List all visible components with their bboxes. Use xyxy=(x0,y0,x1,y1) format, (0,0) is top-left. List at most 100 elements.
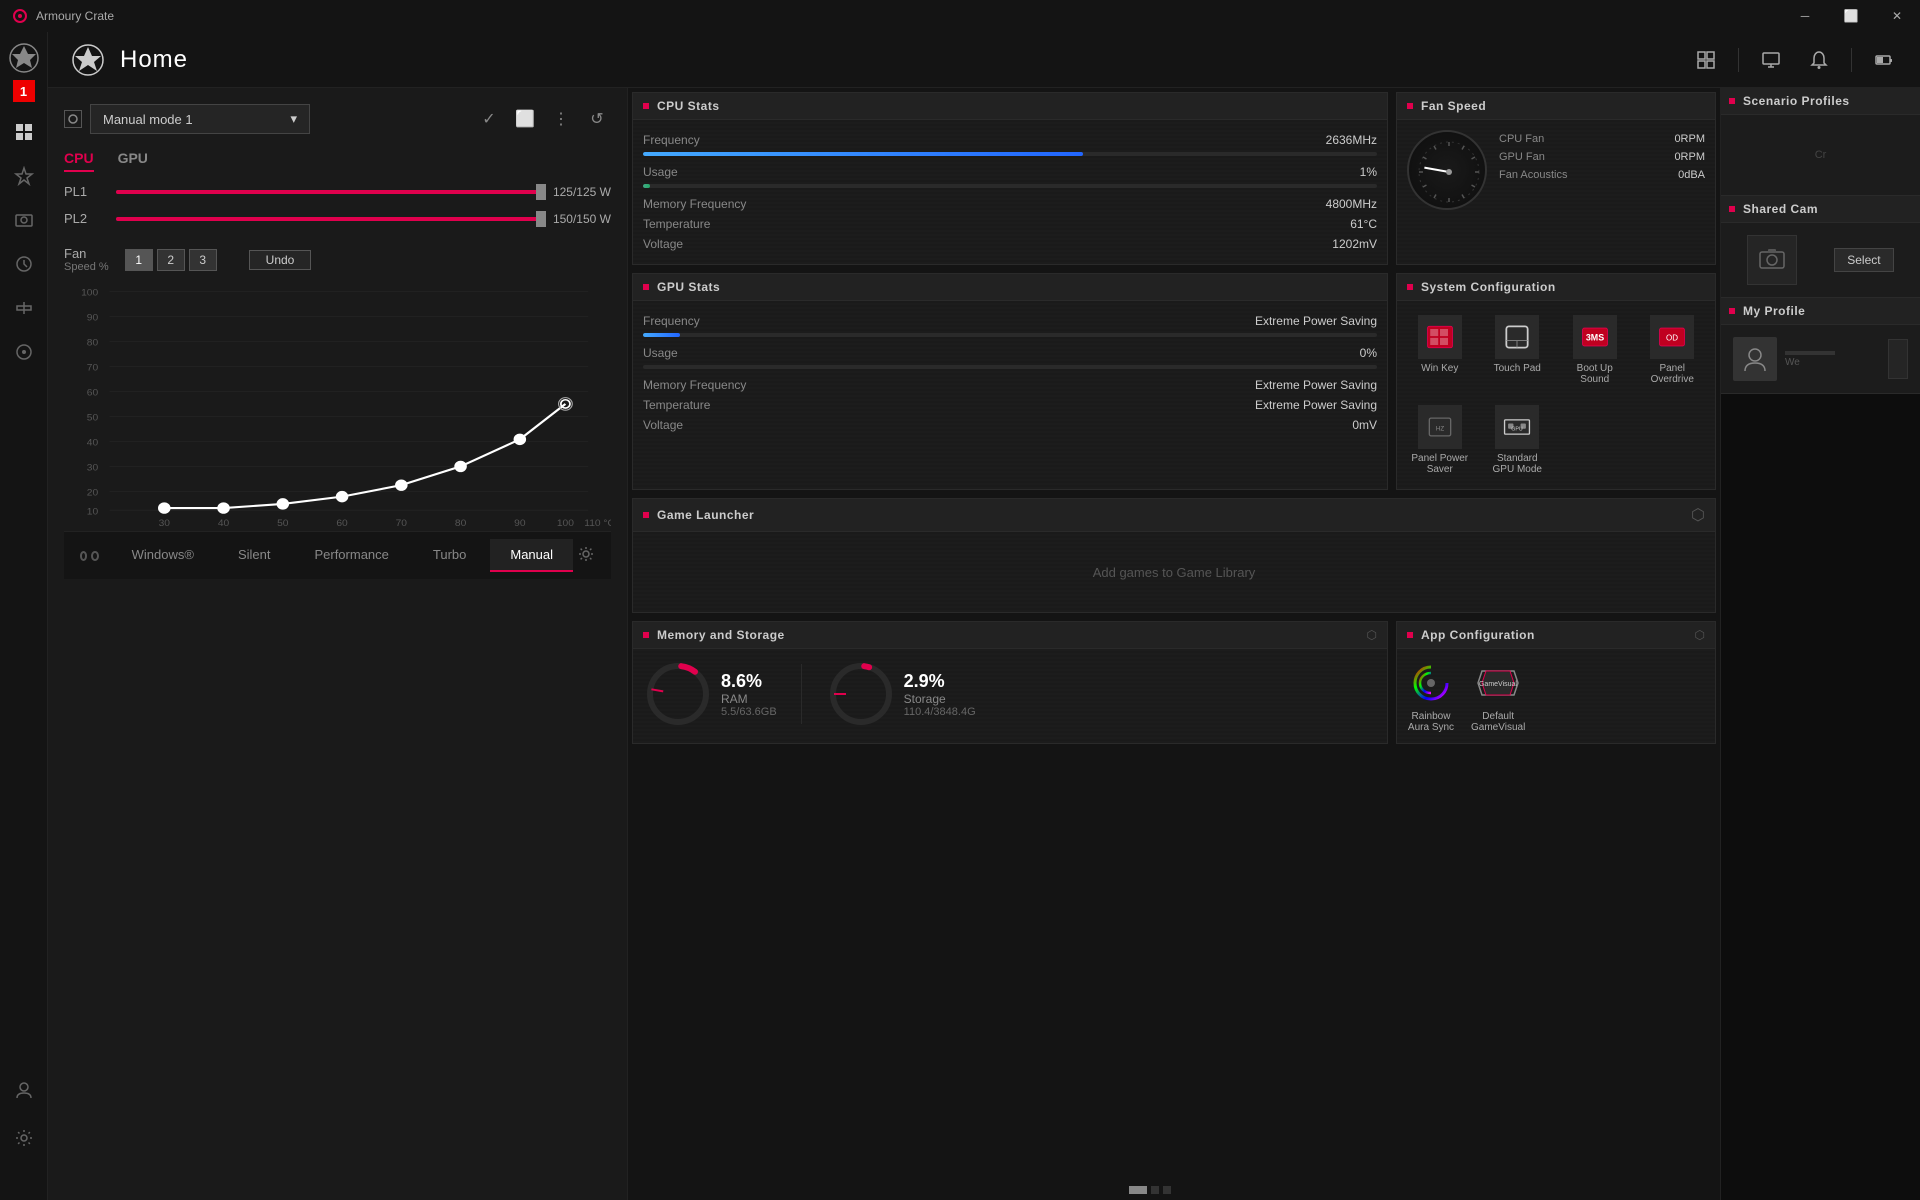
notification-icon[interactable] xyxy=(1803,44,1835,76)
fan-btn-1[interactable]: 1 xyxy=(125,249,153,271)
sidebar-item-tools[interactable] xyxy=(4,288,44,328)
app-config-expand[interactable]: ⬡ xyxy=(1695,628,1705,642)
cpu-usage-label: Usage xyxy=(643,165,678,179)
gpu-corner-icon xyxy=(643,284,649,290)
tab-windows[interactable]: Windows® xyxy=(112,539,214,572)
config-gpumode[interactable]: GPU StandardGPU Mode xyxy=(1483,399,1553,481)
far-right-col: Scenario Profiles Cr Shared Cam xyxy=(1720,88,1920,1200)
gpu-memfreq-row: Memory Frequency Extreme Power Saving xyxy=(643,375,1377,395)
shared-cam-preview xyxy=(1747,235,1797,285)
sidebar-item-user[interactable] xyxy=(4,1070,44,1110)
cpu-usage-bar-fill xyxy=(643,184,650,188)
stats-row-2: GPU Stats Frequency Extreme Power Saving xyxy=(628,269,1720,494)
config-powersaver[interactable]: HZ Panel Power Saver xyxy=(1405,399,1475,481)
profile-dropdown[interactable]: Manual mode 1 ▾ xyxy=(90,104,310,134)
topbar-actions xyxy=(1690,44,1900,76)
gpu-usage-bar xyxy=(643,365,1377,369)
fan-speed-title: Fan Speed xyxy=(1421,99,1486,113)
pl2-slider[interactable] xyxy=(116,217,541,221)
checkmark-icon[interactable]: ✓ xyxy=(475,105,503,133)
cpu-fan-label: CPU Fan xyxy=(1499,133,1544,145)
tab-silent[interactable]: Silent xyxy=(218,539,291,572)
storage-display: 2.9% Storage 110.4/3848.4G xyxy=(826,659,976,729)
game-launcher-title: Game Launcher xyxy=(657,508,754,522)
config-winkey[interactable]: Win Key xyxy=(1405,309,1475,391)
minimize-button[interactable]: ─ xyxy=(1782,0,1828,32)
refresh-icon[interactable]: ↺ xyxy=(583,105,611,133)
config-sound[interactable]: 3MS Boot Up Sound xyxy=(1560,309,1630,391)
sidebar: 1 xyxy=(0,32,48,1200)
sidebar-number: 1 xyxy=(13,80,35,102)
profile-selector-row: Manual mode 1 ▾ ✓ ⬜ ⋮ ↺ xyxy=(64,104,611,134)
memory-expand[interactable]: ⬡ xyxy=(1367,628,1377,642)
game-corner-icon xyxy=(643,512,649,518)
ram-percent: 8.6% xyxy=(721,671,777,692)
gpu-memfreq-label: Memory Frequency xyxy=(643,378,746,392)
config-touchpad[interactable]: Touch Pad xyxy=(1483,309,1553,391)
app-gamevisual[interactable]: GameVisual DefaultGameVisual xyxy=(1471,659,1525,733)
config-overdrive[interactable]: OD Panel Overdrive xyxy=(1638,309,1708,391)
cpu-stats-panel: CPU Stats Frequency 2636MHz xyxy=(632,92,1388,265)
sidebar-item-update[interactable] xyxy=(4,244,44,284)
pl1-slider[interactable] xyxy=(116,190,541,194)
layout-icon[interactable] xyxy=(1690,44,1722,76)
shared-cam-select-button[interactable]: Select xyxy=(1834,248,1893,272)
fan-chart: 100 90 80 70 60 50 40 30 20 10 30 xyxy=(64,281,611,531)
svg-text:10: 10 xyxy=(87,507,99,517)
stats-row-4: Memory and Storage ⬡ xyxy=(628,617,1720,748)
close-button[interactable]: ✕ xyxy=(1874,0,1920,32)
tab-manual[interactable]: Manual xyxy=(490,539,573,572)
sidebar-item-game[interactable] xyxy=(4,332,44,372)
svg-text:20: 20 xyxy=(87,488,99,498)
gpu-stats-header: GPU Stats xyxy=(633,274,1387,301)
fan-acoustics-label: Fan Acoustics xyxy=(1499,169,1567,181)
game-launcher-expand[interactable]: ⬡ xyxy=(1691,505,1705,525)
tab-performance[interactable]: Performance xyxy=(294,539,408,572)
overdrive-icon: OD xyxy=(1650,315,1694,359)
rog-logo xyxy=(6,40,42,76)
tab-gpu[interactable]: GPU xyxy=(118,150,148,172)
svg-text:90: 90 xyxy=(87,313,99,323)
page-dot-3[interactable] xyxy=(1163,1186,1171,1194)
tab-cpu[interactable]: CPU xyxy=(64,150,94,172)
gpu-voltage-value: 0mV xyxy=(1352,418,1377,432)
ram-display: 8.6% RAM 5.5/63.6GB xyxy=(643,659,777,729)
svg-text:90: 90 xyxy=(514,518,526,528)
sidebar-item-devices[interactable] xyxy=(4,200,44,240)
monitor-icon[interactable] xyxy=(1755,44,1787,76)
content-area: Manual mode 1 ▾ ✓ ⬜ ⋮ ↺ CPU GPU xyxy=(48,88,1920,1200)
gpu-fan-row: GPU Fan 0RPM xyxy=(1499,148,1705,166)
page-dot-active[interactable] xyxy=(1129,1186,1147,1194)
cpu-memfreq-label: Memory Frequency xyxy=(643,197,746,211)
cpu-voltage-value: 1202mV xyxy=(1332,237,1377,251)
fan-btn-2[interactable]: 2 xyxy=(157,249,185,271)
fan-gauge-circle xyxy=(1407,130,1487,210)
cpu-voltage-row: Voltage 1202mV xyxy=(643,234,1377,254)
settings-gear-icon[interactable] xyxy=(577,545,595,563)
profile-icon[interactable] xyxy=(64,110,82,128)
cpu-usage-row: Usage 1% xyxy=(643,162,1377,182)
rainbow-icon xyxy=(1407,659,1455,707)
app-rainbow[interactable]: RainbowAura Sync xyxy=(1407,659,1455,733)
winkey-label: Win Key xyxy=(1421,363,1458,374)
cpu-voltage-label: Voltage xyxy=(643,237,683,251)
sound-label: Boot Up Sound xyxy=(1566,363,1624,385)
memory-header: Memory and Storage ⬡ xyxy=(633,622,1387,649)
left-panel: Manual mode 1 ▾ ✓ ⬜ ⋮ ↺ CPU GPU xyxy=(48,88,628,1200)
save-icon[interactable]: ⬜ xyxy=(511,105,539,133)
app-config-header: App Configuration ⬡ xyxy=(1397,622,1715,649)
battery-icon[interactable] xyxy=(1868,44,1900,76)
fan-stats: CPU Fan 0RPM GPU Fan 0RPM Fan Acoustics xyxy=(1499,130,1705,218)
page-indicators xyxy=(580,1186,1720,1194)
sidebar-item-home[interactable] xyxy=(4,112,44,152)
restore-button[interactable]: ⬜ xyxy=(1828,0,1874,32)
system-config-panel: System Configuration Win Key xyxy=(1396,273,1716,490)
sidebar-item-settings[interactable] xyxy=(4,1118,44,1158)
cpu-temp-value: 61°C xyxy=(1350,217,1377,231)
fan-btn-3[interactable]: 3 xyxy=(189,249,217,271)
tab-turbo[interactable]: Turbo xyxy=(413,539,486,572)
undo-button[interactable]: Undo xyxy=(249,250,312,270)
sidebar-item-aura[interactable] xyxy=(4,156,44,196)
more-icon[interactable]: ⋮ xyxy=(547,105,575,133)
page-dot-2[interactable] xyxy=(1151,1186,1159,1194)
